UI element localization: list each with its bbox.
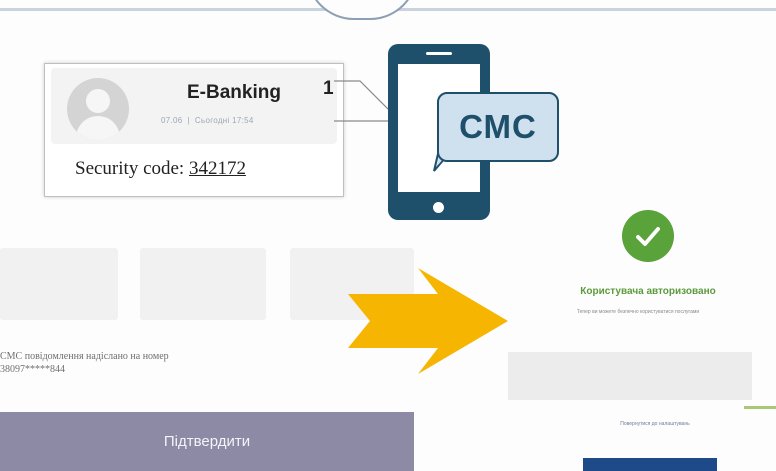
code-digit-field[interactable] — [0, 248, 118, 320]
notification-count: 1 — [323, 78, 334, 99]
notification-meta: 07.06 | Сьогодні 17:54 — [161, 116, 254, 125]
code-digit-field[interactable] — [140, 248, 266, 320]
security-code-value: 342172 — [188, 158, 246, 179]
auth-success-subtitle: Тепер ви можете безпечно користуватися п… — [576, 309, 700, 315]
arrow-right-icon — [348, 268, 508, 374]
sms-bubble: СМС — [437, 92, 559, 162]
auth-return-link[interactable]: Повернутися до налаштувань — [560, 421, 750, 427]
connector-lines — [334, 80, 391, 122]
auth-continue-button[interactable] — [583, 458, 717, 471]
notification-header: E-Banking 1 07.06 | Сьогодні 17:54 — [51, 68, 337, 144]
sms-info-phone: 38097*****844 — [0, 364, 65, 375]
notification-sender: E-Banking — [187, 82, 281, 103]
confirm-button[interactable]: Підтвердити — [0, 412, 414, 471]
sms-notification-card: E-Banking 1 07.06 | Сьогодні 17:54 Securit… — [44, 63, 344, 197]
sms-info-line: СМС повідомлення надіслано на номер — [0, 351, 169, 362]
auth-info-field — [508, 352, 752, 400]
green-divider — [744, 406, 776, 409]
notification-time: Сьогодні 17:54 — [194, 116, 254, 125]
security-code-label: Security code: — [75, 158, 185, 179]
security-code-row: Security code: 342172 — [75, 158, 246, 180]
sms-sent-info: СМС повідомлення надіслано на номер 3809… — [0, 350, 169, 376]
check-icon — [622, 210, 674, 262]
avatar-icon — [67, 78, 129, 140]
auth-success-title: Користувача авторизовано — [580, 286, 716, 297]
notification-date: 07.06 — [161, 116, 183, 125]
